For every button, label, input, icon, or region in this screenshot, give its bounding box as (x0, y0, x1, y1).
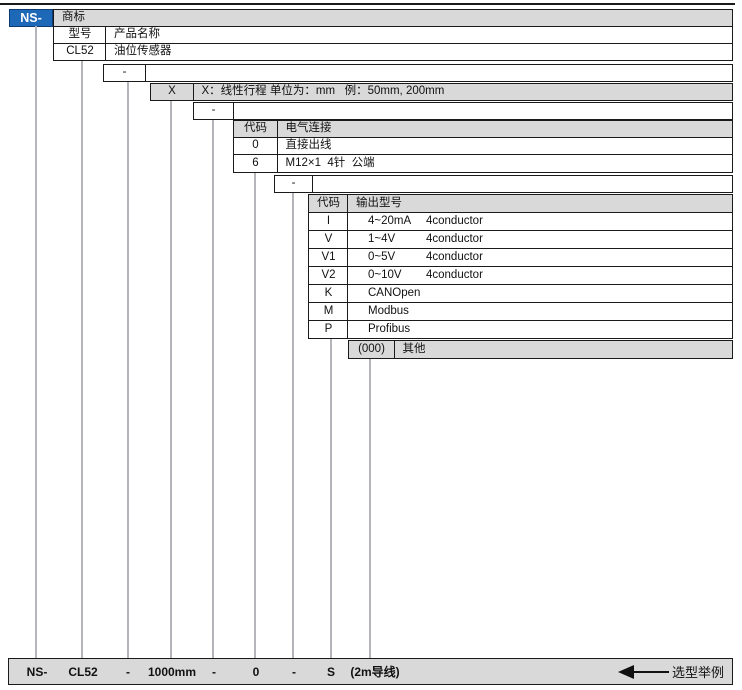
example-note: (2m导线) (350, 659, 399, 684)
leader-line-dash1 (127, 82, 129, 658)
output-row-label: Profibus (347, 320, 733, 339)
leader-line-other (369, 359, 371, 658)
model-col-header: 型号 (53, 26, 107, 44)
leader-line-output (330, 339, 332, 658)
output-row-code: M (308, 302, 349, 321)
output-value: 4~20mA (368, 216, 426, 228)
example-label: 选型举例 (672, 659, 724, 684)
dash-connector-3: - (274, 175, 313, 193)
left-arrow-line (633, 671, 669, 674)
other-code-cell: (000) (348, 340, 395, 359)
output-row-label: CANOpen (347, 284, 733, 303)
model-code-cell: CL52 (53, 43, 107, 61)
output-row-code: V (308, 230, 349, 249)
dash-connector-2: - (193, 102, 234, 120)
left-arrow-icon (618, 665, 634, 679)
dash-connector-1: - (103, 64, 146, 82)
output-suffix: 4conductor (426, 252, 483, 264)
example-brand: NS- (27, 659, 48, 684)
example-stroke: 1000mm (148, 659, 196, 684)
leader-line-stroke (170, 101, 172, 658)
output-suffix: 4conductor (426, 216, 483, 228)
top-rule (0, 3, 735, 5)
brand-label-cell: 商标 (53, 9, 733, 27)
electrical-row-code: 6 (233, 154, 278, 173)
output-value: 0~10V (368, 270, 426, 282)
output-value: 0~5V (368, 252, 426, 264)
output-row-label: 4~20mA 4conductor (347, 212, 733, 231)
name-col-header: 产品名称 (105, 26, 733, 44)
stroke-code-cell: X (150, 83, 194, 101)
output-row-label: Modbus (347, 302, 733, 321)
leader-line-model (81, 61, 83, 658)
electrical-row-label: 直接出线 (277, 137, 734, 155)
example-dash: - (212, 659, 216, 684)
output-label-header: 输出型号 (347, 194, 733, 213)
output-row-code: V1 (308, 248, 349, 267)
output-row-code: V2 (308, 266, 349, 285)
output-row-code: P (308, 320, 349, 339)
electrical-row-code: 0 (233, 137, 278, 155)
brand-code-box: NS- (9, 9, 53, 27)
output-row-label: 0~10V 4conductor (347, 266, 733, 285)
example-output: S (327, 659, 335, 684)
output-row-label: 1~4V 4conductor (347, 230, 733, 249)
spacer-cell (312, 175, 734, 193)
ordering-code-diagram: NS- 商标 型号 产品名称 CL52 油位传感器 - X X：线性行程 单位为… (0, 0, 742, 690)
example-model: CL52 (68, 659, 97, 684)
spacer-cell (145, 64, 734, 82)
example-dash: - (126, 659, 130, 684)
spacer-cell (233, 102, 734, 120)
ordering-example-bar: NS- CL52 - 1000mm - 0 - S (2m导线) 选型举例 (8, 658, 733, 685)
output-suffix: 4conductor (426, 234, 483, 246)
stroke-desc-cell: X：线性行程 单位为：mm 例：50mm, 200mm (193, 83, 734, 101)
output-row-code: K (308, 284, 349, 303)
leader-line-dash2 (212, 120, 214, 658)
example-electrical: 0 (253, 659, 260, 684)
leader-line-electrical (254, 173, 256, 658)
product-name-cell: 油位传感器 (105, 43, 733, 61)
output-value: 1~4V (368, 234, 426, 246)
other-label-cell: 其他 (394, 340, 734, 359)
output-code-header: 代码 (308, 194, 349, 213)
leader-line-dash3 (292, 193, 294, 658)
electrical-label-header: 电气连接 (277, 120, 734, 138)
output-row-code: I (308, 212, 349, 231)
output-value: Modbus (368, 306, 426, 318)
electrical-code-header: 代码 (233, 120, 278, 138)
output-value: CANOpen (368, 288, 426, 300)
leader-line-brand (35, 26, 37, 658)
electrical-row-label: M12×1 4针 公端 (277, 154, 734, 173)
output-suffix: 4conductor (426, 270, 483, 282)
example-dash: - (292, 659, 296, 684)
output-value: Profibus (368, 324, 426, 336)
output-row-label: 0~5V 4conductor (347, 248, 733, 267)
